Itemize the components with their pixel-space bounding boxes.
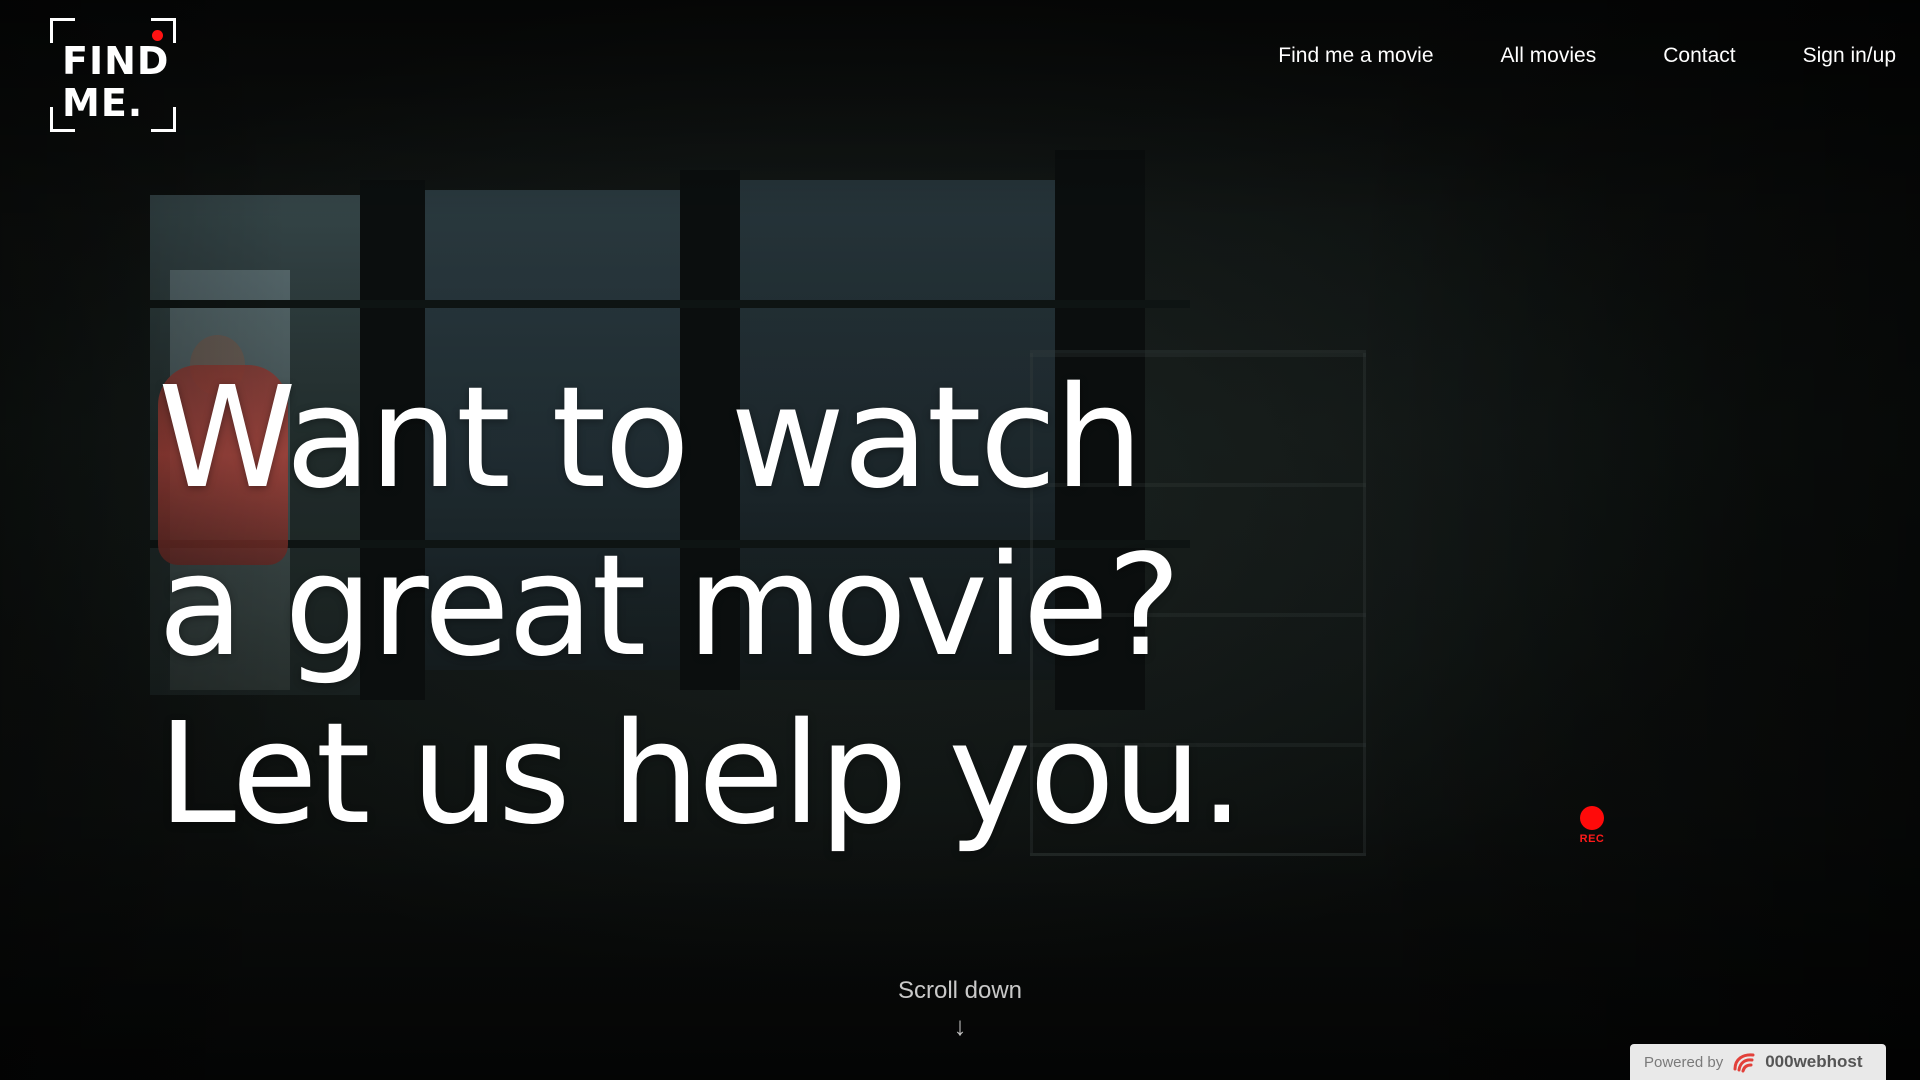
record-dot-icon: [1580, 806, 1604, 830]
main-nav: Find me a movie All movies Contact Sign …: [1278, 44, 1896, 68]
scroll-down-label: Scroll down: [897, 977, 1023, 1004]
hero-line-1: Want to watch: [158, 357, 1143, 520]
nav-find-me-a-movie[interactable]: Find me a movie: [1278, 44, 1433, 68]
logo-line-1: FIND: [62, 39, 170, 83]
site-logo[interactable]: FIND ME.: [50, 18, 176, 132]
powered-by-brand: 000webhost: [1765, 1052, 1863, 1071]
powered-by-label: Powered by: [1644, 1053, 1724, 1071]
hero-line-2: a great movie?: [158, 525, 1181, 688]
webhost-logo-icon: [1731, 1051, 1757, 1073]
rec-indicator: REC: [1576, 806, 1608, 845]
logo-text: FIND ME.: [62, 40, 169, 124]
nav-contact[interactable]: Contact: [1663, 44, 1735, 68]
rec-label: REC: [1579, 833, 1605, 845]
powered-by-badge[interactable]: Powered by 000webhost: [1630, 1044, 1886, 1080]
nav-all-movies[interactable]: All movies: [1501, 44, 1597, 68]
nav-sign-in-up[interactable]: Sign in/up: [1803, 44, 1896, 68]
arrow-down-icon: ↓: [953, 1011, 967, 1041]
hero-line-3: Let us help you.: [158, 693, 1244, 856]
hero-headline: Want to watch a great movie? Let us help…: [158, 355, 1244, 859]
scroll-down-link[interactable]: Scroll down ↓: [860, 977, 1060, 1039]
page: FIND ME. Find me a movie All movies Cont…: [0, 0, 1920, 1080]
logo-line-2: ME.: [62, 81, 144, 125]
